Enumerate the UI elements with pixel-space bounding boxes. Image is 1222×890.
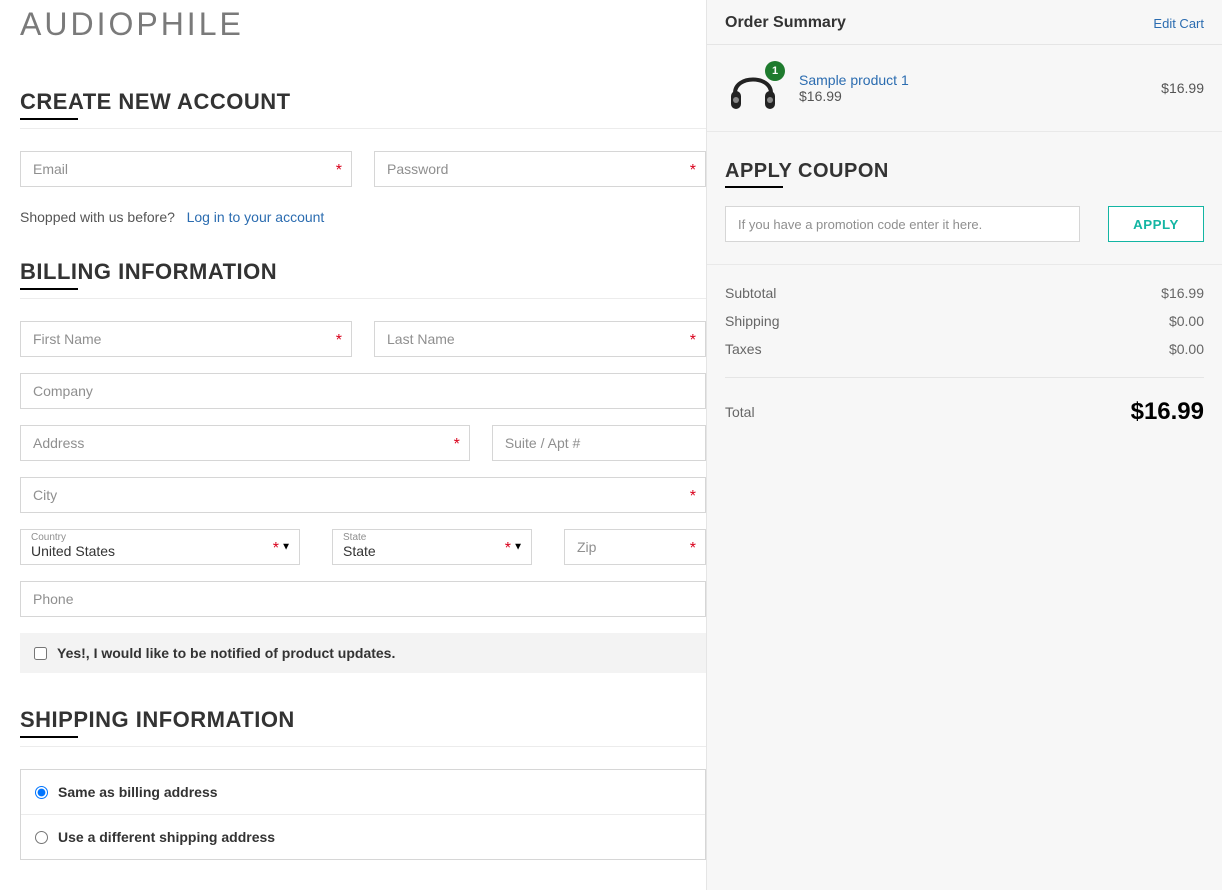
subtotal-label: Subtotal: [725, 285, 776, 301]
logo: AUDIOPHILE: [20, 0, 706, 55]
city-field[interactable]: [20, 477, 706, 513]
shopped-before-text: Shopped with us before?: [20, 209, 175, 225]
billing-title: BILLING INFORMATION: [20, 259, 706, 285]
required-icon: *: [273, 540, 279, 558]
ship-diff-radio[interactable]: [35, 831, 48, 844]
order-summary-title: Order Summary: [725, 14, 846, 32]
product-thumbnail: 1: [725, 63, 781, 113]
cart-item: 1 Sample product 1 $16.99 $16.99: [707, 45, 1222, 132]
state-value: State: [343, 543, 503, 560]
zip-field[interactable]: [564, 529, 706, 565]
shipping-label: Shipping: [725, 313, 780, 329]
notify-checkbox[interactable]: [34, 647, 47, 660]
total-value: $16.99: [1131, 398, 1204, 426]
chevron-down-icon: ▼: [281, 542, 291, 553]
email-field[interactable]: [20, 151, 352, 187]
notify-updates-row[interactable]: Yes!, I would like to be notified of pro…: [20, 633, 706, 673]
taxes-label: Taxes: [725, 341, 762, 357]
quantity-badge: 1: [765, 61, 785, 81]
address-field[interactable]: [20, 425, 470, 461]
shipping-title: SHIPPING INFORMATION: [20, 707, 706, 733]
shipping-value: $0.00: [1169, 313, 1204, 329]
state-select[interactable]: State State * ▼: [332, 529, 532, 565]
cart-item-name[interactable]: Sample product 1: [799, 72, 909, 88]
ship-same-radio[interactable]: [35, 786, 48, 799]
ship-same-label: Same as billing address: [58, 784, 218, 800]
title-underline: [725, 186, 783, 188]
divider: [20, 298, 706, 299]
ship-same-option[interactable]: Same as billing address: [21, 770, 705, 814]
total-label: Total: [725, 404, 755, 420]
ship-different-option[interactable]: Use a different shipping address: [21, 814, 705, 859]
country-select[interactable]: Country United States * ▼: [20, 529, 300, 565]
apply-coupon-button[interactable]: APPLY: [1108, 206, 1204, 242]
create-account-title: CREATE NEW ACCOUNT: [20, 89, 706, 115]
cart-item-price: $16.99: [799, 88, 909, 104]
coupon-input[interactable]: [725, 206, 1080, 242]
ship-diff-label: Use a different shipping address: [58, 829, 275, 845]
divider: [725, 377, 1204, 378]
divider: [20, 128, 706, 129]
cart-item-line-total: $16.99: [1161, 80, 1204, 96]
company-field[interactable]: [20, 373, 706, 409]
login-link[interactable]: Log in to your account: [187, 209, 325, 225]
password-field[interactable]: [374, 151, 706, 187]
phone-field[interactable]: [20, 581, 706, 617]
country-mini-label: Country: [31, 533, 271, 543]
login-helper: Shopped with us before? Log in to your a…: [20, 209, 706, 225]
divider: [20, 746, 706, 747]
subtotal-value: $16.99: [1161, 285, 1204, 301]
title-underline: [20, 118, 78, 120]
title-underline: [20, 736, 78, 738]
suite-field[interactable]: [492, 425, 706, 461]
edit-cart-link[interactable]: Edit Cart: [1153, 16, 1204, 31]
required-icon: *: [505, 540, 511, 558]
notify-label: Yes!, I would like to be notified of pro…: [57, 645, 395, 661]
taxes-value: $0.00: [1169, 341, 1204, 357]
first-name-field[interactable]: [20, 321, 352, 357]
last-name-field[interactable]: [374, 321, 706, 357]
state-mini-label: State: [343, 533, 503, 543]
country-value: United States: [31, 543, 271, 560]
shipping-options: Same as billing address Use a different …: [20, 769, 706, 860]
coupon-title: APPLY COUPON: [725, 160, 1204, 183]
chevron-down-icon: ▼: [513, 542, 523, 553]
title-underline: [20, 288, 78, 290]
